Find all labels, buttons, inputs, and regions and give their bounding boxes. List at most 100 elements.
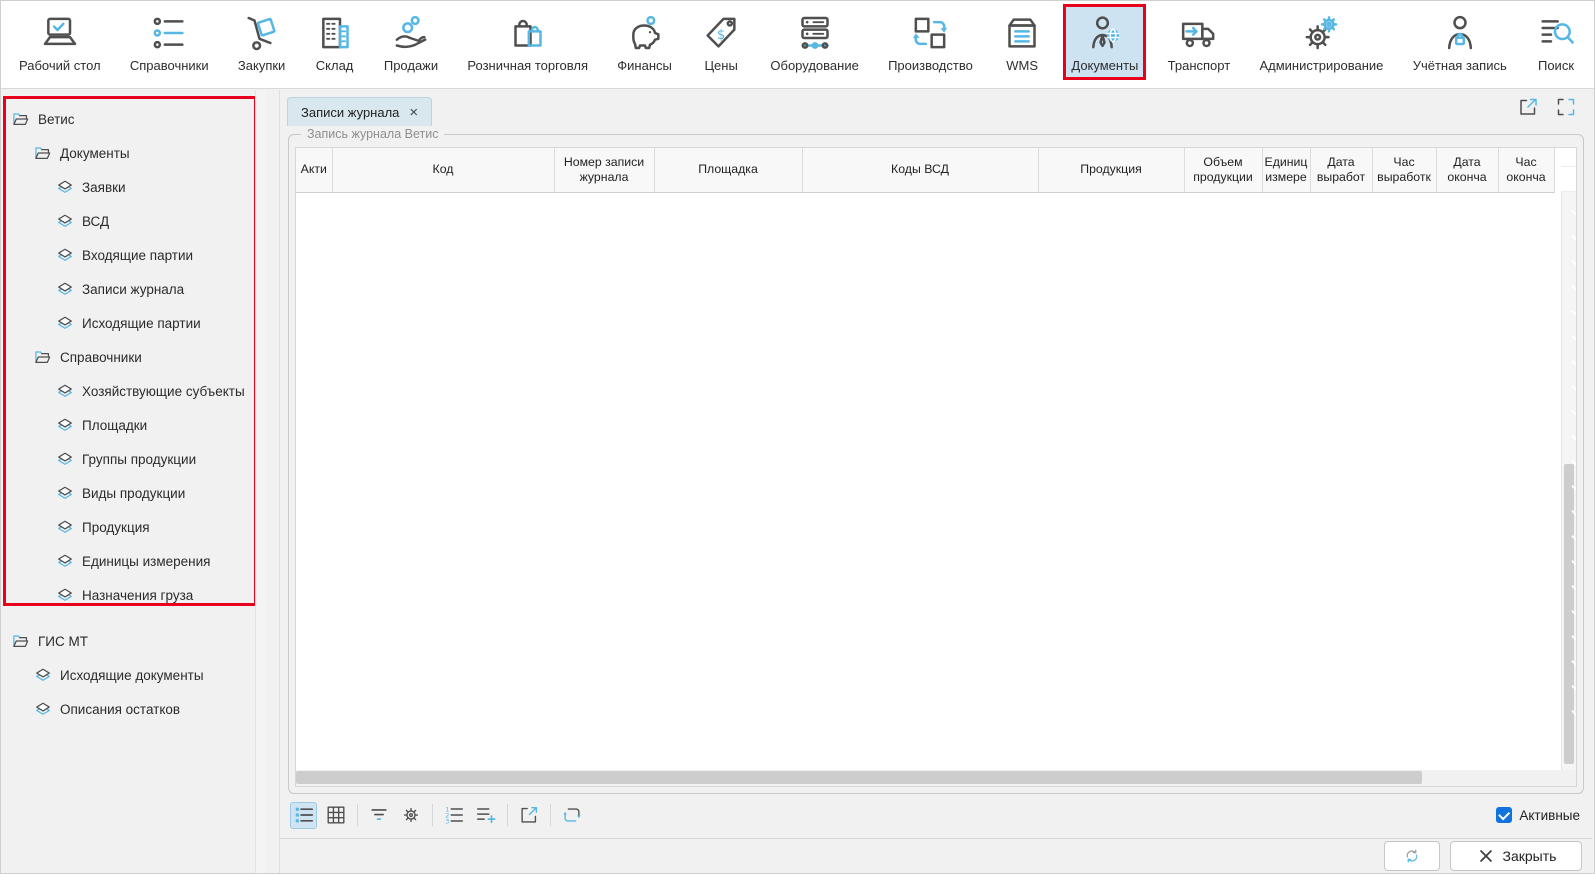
table-row[interactable]: 5e408c63-45aa-4506-8c50-12a73f6a8ca22886… bbox=[1561, 166, 1576, 191]
toolbar-item-label: Справочники bbox=[130, 58, 209, 73]
table-toolbar-filter-button[interactable] bbox=[365, 802, 392, 829]
sidebar-item-единицы-измерения[interactable]: Единицы измерения bbox=[1, 544, 266, 578]
toolbar-item-справочники[interactable]: Справочники bbox=[122, 4, 217, 80]
close-button[interactable]: Закрыть bbox=[1450, 841, 1582, 871]
table-toolbar-list-view-button[interactable] bbox=[290, 802, 317, 829]
toolbar-item-закупки[interactable]: Закупки bbox=[230, 4, 293, 80]
gears-icon bbox=[1301, 10, 1341, 56]
checkbox-checked-icon[interactable] bbox=[1496, 807, 1512, 823]
fullscreen-icon[interactable] bbox=[1554, 95, 1578, 119]
column-header-площадка[interactable]: Площадка bbox=[654, 148, 802, 192]
toolbar-item-финансы[interactable]: Финансы bbox=[609, 4, 680, 80]
sidebar-item-записи-журнала[interactable]: Записи журнала bbox=[1, 272, 266, 306]
tab-journal-records[interactable]: Записи журнала × bbox=[287, 97, 432, 126]
row-checkbox-cell[interactable] bbox=[1561, 148, 1576, 166]
toolbar-item-производство[interactable]: Производство bbox=[880, 4, 981, 80]
journal-table: АктиКодНомер записи журналаПлощадкаКоды … bbox=[295, 147, 1577, 787]
sidebar-item-ветис[interactable]: Ветис bbox=[1, 102, 266, 136]
column-header-дата-выработ[interactable]: Дата выработ bbox=[1310, 148, 1372, 192]
sidebar-scrollbar[interactable] bbox=[255, 90, 266, 873]
toolbar-item-поиск[interactable]: Поиск bbox=[1528, 4, 1584, 80]
sidebar-item-всд[interactable]: ВСД bbox=[1, 204, 266, 238]
table-toolbar-numbered-list-button[interactable]: 123 bbox=[440, 802, 467, 829]
column-header-номер-записи-журнала[interactable]: Номер записи журнала bbox=[554, 148, 654, 192]
toolbar-item-продажи[interactable]: Продажи bbox=[376, 4, 446, 80]
row-checkbox-cell[interactable] bbox=[1561, 166, 1576, 191]
layers-icon bbox=[55, 517, 75, 537]
handtruck-icon bbox=[242, 10, 282, 56]
toolbar-item-label: Рабочий стол bbox=[19, 58, 101, 73]
price-tag-icon: $ bbox=[701, 10, 741, 56]
search-list-icon bbox=[1536, 10, 1576, 56]
sidebar-item-группы-продукции[interactable]: Группы продукции bbox=[1, 442, 266, 476]
sidebar-item-label: Хозяйствующие субъекты bbox=[82, 384, 245, 399]
column-header-дата-оконча[interactable]: Дата оконча bbox=[1436, 148, 1498, 192]
table-toolbar-gear-button[interactable] bbox=[397, 802, 424, 829]
layers-icon bbox=[33, 699, 53, 719]
active-filter-label: Активные bbox=[1519, 808, 1580, 823]
sidebar-item-исходящие-документы[interactable]: Исходящие документы bbox=[1, 658, 266, 692]
sidebar-item-входящие-партии[interactable]: Входящие партии bbox=[1, 238, 266, 272]
table-toolbar-grid-view-button[interactable] bbox=[322, 802, 349, 829]
toolbar-item-wms[interactable]: WMS bbox=[994, 4, 1050, 80]
toolbar-separator bbox=[507, 804, 508, 826]
popout-icon[interactable] bbox=[1516, 95, 1540, 119]
tab-close-icon[interactable]: × bbox=[409, 105, 418, 120]
toolbar-item-администрирование[interactable]: Администрирование bbox=[1251, 4, 1391, 80]
folder-icon bbox=[11, 631, 31, 651]
table-toolbar-list-add-button[interactable] bbox=[472, 802, 499, 829]
open-window-icon bbox=[518, 804, 540, 826]
sidebar-item-описания-остатков[interactable]: Описания остатков bbox=[1, 692, 266, 726]
sidebar-item-гис-мт[interactable]: ГИС МТ bbox=[1, 624, 266, 658]
sidebar-item-заявки[interactable]: Заявки bbox=[1, 170, 266, 204]
sidebar-item-документы[interactable]: Документы bbox=[1, 136, 266, 170]
toolbar-item-цены[interactable]: $ Цены bbox=[693, 4, 749, 80]
refresh-button[interactable] bbox=[1384, 841, 1440, 871]
groupbox-label: Запись журнала Ветис bbox=[301, 127, 444, 141]
toolbar-item-label: Производство bbox=[888, 58, 973, 73]
toolbar-item-розничная-торговля[interactable]: Розничная торговля bbox=[459, 4, 596, 80]
sidebar-item-хозяйствующие-субъекты[interactable]: Хозяйствующие субъекты bbox=[1, 374, 266, 408]
toolbar-item-склад[interactable]: Склад bbox=[307, 4, 363, 80]
grid-view-icon bbox=[325, 804, 347, 826]
column-header-продукция[interactable]: Продукция bbox=[1038, 148, 1184, 192]
sidebar-item-исходящие-партии[interactable]: Исходящие партии bbox=[1, 306, 266, 340]
sidebar-item-label: Исходящие партии bbox=[82, 316, 201, 331]
active-filter-checkbox[interactable]: Активные bbox=[1496, 807, 1580, 823]
close-x-icon bbox=[1476, 846, 1496, 866]
column-header-час-оконча[interactable]: Час оконча bbox=[1498, 148, 1554, 192]
toolbar-item-label: Транспорт bbox=[1168, 58, 1231, 73]
sidebar-item-площадки[interactable]: Площадки bbox=[1, 408, 266, 442]
sidebar-item-продукция[interactable]: Продукция bbox=[1, 510, 266, 544]
production-icon bbox=[910, 10, 950, 56]
sidebar-item-виды-продукции[interactable]: Виды продукции bbox=[1, 476, 266, 510]
toolbar-item-транспорт[interactable]: Транспорт bbox=[1160, 4, 1239, 80]
table-row[interactable]: 500d24d5-32fe-4e6b-abcc-b74c639ae9492886… bbox=[1561, 148, 1576, 166]
column-header-active[interactable]: Акти bbox=[296, 148, 332, 192]
sidebar-item-справочники[interactable]: Справочники bbox=[1, 340, 266, 374]
sidebar-item-label: Виды продукции bbox=[82, 486, 185, 501]
column-header-объем-продукции[interactable]: Объем продукции bbox=[1184, 148, 1262, 192]
toolbar-item-label: Цены bbox=[704, 58, 737, 73]
column-header-код[interactable]: Код bbox=[332, 148, 554, 192]
horizontal-scrollbar-thumb[interactable] bbox=[296, 771, 1422, 784]
scrollbar-corner bbox=[1561, 770, 1576, 786]
sidebar-item-назначения-груза[interactable]: Назначения груза bbox=[1, 578, 266, 612]
column-header-единиц-измере[interactable]: Единиц измере bbox=[1262, 148, 1310, 192]
column-header-коды-всд[interactable]: Коды ВСД bbox=[802, 148, 1038, 192]
sidebar-item-label: ГИС МТ bbox=[38, 634, 88, 649]
column-header-час-выработк[interactable]: Час выработк bbox=[1372, 148, 1436, 192]
toolbar-item-учётная-запись[interactable]: Учётная запись bbox=[1405, 4, 1515, 80]
toolbar-separator bbox=[357, 804, 358, 826]
folder-icon bbox=[33, 347, 53, 367]
horizontal-scrollbar[interactable] bbox=[296, 770, 1561, 786]
toolbar-item-документы[interactable]: Документы bbox=[1063, 4, 1146, 80]
table-toolbar-loop-button[interactable] bbox=[558, 802, 585, 829]
toolbar-item-оборудование[interactable]: Оборудование bbox=[762, 4, 866, 80]
sidebar-item-label: Записи журнала bbox=[82, 282, 184, 297]
numbered-list-icon: 123 bbox=[443, 804, 465, 826]
table-toolbar-open-window-button[interactable] bbox=[515, 802, 542, 829]
building-icon bbox=[315, 10, 355, 56]
toolbar-item-рабочий-стол[interactable]: Рабочий стол bbox=[11, 4, 109, 80]
sidebar-item-label: Заявки bbox=[82, 180, 126, 195]
